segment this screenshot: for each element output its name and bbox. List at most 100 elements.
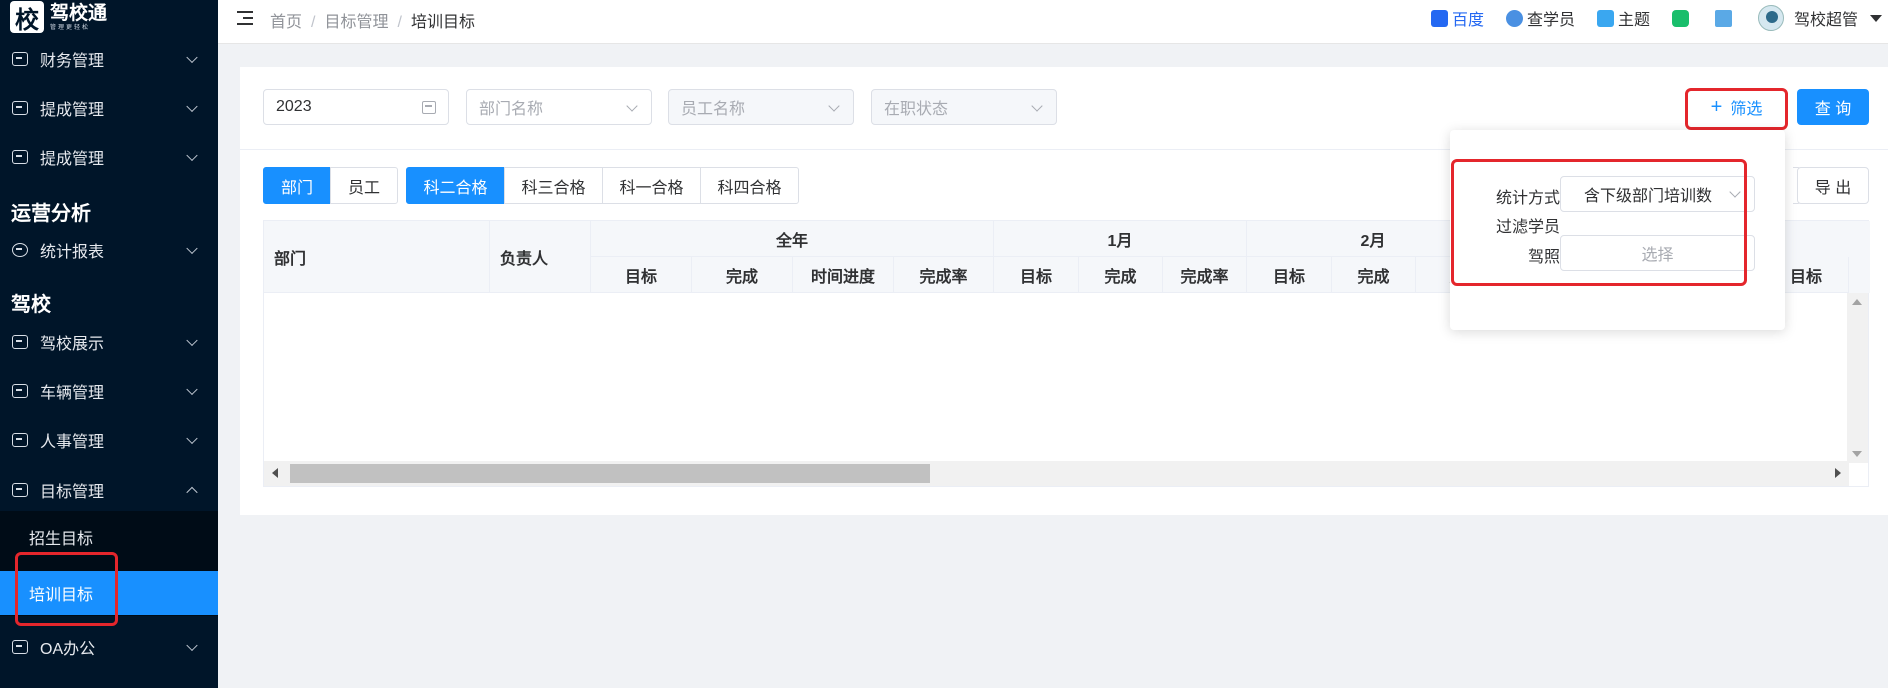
- caret-down-icon: [1870, 14, 1882, 22]
- avatar: [1757, 5, 1784, 31]
- stat-method-label: 统计方式: [1495, 190, 1560, 207]
- chevron-down-icon: [186, 639, 198, 651]
- chevron-down-icon: [186, 334, 198, 346]
- scroll-right-icon[interactable]: [1835, 468, 1841, 478]
- scroll-down-icon[interactable]: [1852, 451, 1862, 457]
- chevron-down-icon: [186, 149, 198, 161]
- col-full-year-target: 目标: [591, 257, 692, 293]
- screen-link[interactable]: [1714, 9, 1736, 27]
- chevron-down-icon: [186, 51, 198, 63]
- sidebar-item-school-display[interactable]: 驾校展示: [0, 317, 218, 366]
- col-group-full-year: 全年: [591, 221, 994, 257]
- col-owner: 负责人: [490, 221, 591, 293]
- section-title-school: 驾校: [11, 294, 51, 316]
- targets-submenu: 招生目标 培训目标: [0, 511, 218, 616]
- filter-popover: 统计方式 含下级部门培训数 过滤学员 驾照 选择: [1450, 130, 1785, 330]
- user-menu[interactable]: 驾校超管: [1757, 5, 1888, 31]
- tab-subject2-pass[interactable]: 科二合格: [406, 167, 505, 204]
- tab-subject4-pass[interactable]: 科四合格: [700, 167, 799, 204]
- employment-status-placeholder: 在职状态: [884, 101, 949, 118]
- col-jan-target: 目标: [994, 257, 1079, 293]
- baidu-link[interactable]: 百度: [1430, 6, 1484, 30]
- vertical-scrollbar[interactable]: [1847, 293, 1868, 463]
- export-button[interactable]: 导 出: [1797, 167, 1869, 204]
- breadcrumb-home[interactable]: 首页: [270, 14, 302, 31]
- sidebar-subitem-training-target[interactable]: 培训目标: [0, 571, 218, 615]
- sidebar-item-reports[interactable]: 统计报表: [0, 225, 218, 274]
- sidebar-item-commission[interactable]: 提成管理: [0, 83, 218, 132]
- tab-staff[interactable]: 员工: [330, 167, 398, 204]
- sidebar-item-label: 提成管理: [40, 150, 105, 168]
- query-button[interactable]: 查 询: [1797, 89, 1869, 125]
- subject-tabs: 科二合格 科三合格 科一合格 科四合格: [406, 167, 799, 204]
- sidebar-item-targets[interactable]: 目标管理: [0, 465, 218, 514]
- horizontal-scrollbar[interactable]: [264, 461, 1849, 486]
- year-value: 2023: [276, 98, 312, 115]
- chevron-down-icon: [1031, 100, 1043, 112]
- sidebar-item-commission-2[interactable]: 提成管理: [0, 132, 218, 181]
- calendar-icon: [422, 101, 436, 114]
- sidebar: 校 驾校通 管理更轻松 财务管理 提成管理 提成管理 运营分析 统计报表 驾校 …: [0, 0, 218, 688]
- sidebar-item-finance[interactable]: 财务管理: [0, 34, 218, 83]
- chevron-down-icon: [186, 242, 198, 254]
- app-logo: 校 驾校通 管理更轻松: [10, 0, 107, 34]
- tab-subject3-pass[interactable]: 科三合格: [504, 167, 603, 204]
- search-student-icon: [1505, 9, 1523, 27]
- sidebar-item-vehicles[interactable]: 车辆管理: [0, 366, 218, 415]
- stat-method-value: 含下级部门培训数: [1584, 188, 1713, 205]
- department-select[interactable]: 部门名称: [466, 89, 652, 125]
- scrollbar-thumb[interactable]: [290, 464, 930, 483]
- sidebar-item-label: 统计报表: [40, 243, 105, 261]
- license-label: 驾照: [1527, 249, 1560, 266]
- section-title-ops: 运营分析: [11, 203, 91, 225]
- commission-icon: [12, 149, 28, 164]
- staff-placeholder: 员工名称: [681, 101, 746, 118]
- sidebar-subitem-enrollment-target[interactable]: 招生目标: [0, 515, 218, 559]
- chevron-down-icon: [1729, 186, 1741, 198]
- chevron-down-icon: [186, 100, 198, 112]
- tab-subject1-pass[interactable]: 科一合格: [602, 167, 701, 204]
- chevron-down-icon: [626, 100, 638, 112]
- department-placeholder: 部门名称: [479, 101, 544, 118]
- top-header: 首页 / 目标管理 / 培训目标 百度 查学员 主题 驾校超管: [218, 0, 1888, 44]
- shield-check-icon: [1671, 9, 1689, 27]
- col-jan-done: 完成: [1079, 257, 1163, 293]
- baidu-label: 百度: [1451, 12, 1484, 29]
- filter-button[interactable]: + 筛选: [1690, 89, 1783, 125]
- sidebar-item-hr[interactable]: 人事管理: [0, 415, 218, 464]
- col-feb-target: 目标: [1247, 257, 1332, 293]
- monitor-icon: [1714, 9, 1732, 27]
- theme-label: 主题: [1617, 12, 1650, 29]
- search-student-link[interactable]: 查学员: [1505, 6, 1575, 30]
- sidebar-subitem-label: 培训目标: [29, 587, 94, 604]
- scroll-up-icon[interactable]: [1852, 299, 1862, 305]
- oa-icon: [12, 639, 28, 654]
- license-select[interactable]: 选择: [1560, 235, 1755, 271]
- chevron-up-icon: [186, 486, 198, 498]
- staff-select[interactable]: 员工名称: [668, 89, 854, 125]
- breadcrumb: 首页 / 目标管理 / 培训目标: [270, 8, 475, 32]
- tab-department[interactable]: 部门: [263, 167, 331, 204]
- scroll-left-icon[interactable]: [272, 468, 278, 478]
- col-group-jan: 1月: [994, 221, 1247, 257]
- scope-tabs: 部门 员工: [263, 167, 398, 204]
- plus-icon: +: [1710, 95, 1723, 118]
- stat-method-select[interactable]: 含下级部门培训数: [1560, 176, 1755, 212]
- shield-link[interactable]: [1671, 9, 1693, 27]
- breadcrumb-separator: /: [397, 14, 402, 31]
- breadcrumb-current: 培训目标: [410, 14, 475, 31]
- clock-icon: [12, 242, 28, 257]
- breadcrumb-targets[interactable]: 目标管理: [324, 14, 388, 31]
- sidebar-item-label: 提成管理: [40, 101, 105, 119]
- col-full-year-done: 完成: [692, 257, 793, 293]
- sidebar-item-oa[interactable]: OA办公: [0, 622, 218, 671]
- building-icon: [12, 334, 28, 349]
- year-picker[interactable]: 2023: [263, 89, 449, 125]
- menu-fold-icon[interactable]: [237, 11, 253, 25]
- theme-link[interactable]: 主题: [1596, 6, 1650, 30]
- employment-status-select[interactable]: 在职状态: [871, 89, 1057, 125]
- col-feb-done: 完成: [1332, 257, 1416, 293]
- sidebar-item-label: OA办公: [40, 640, 96, 658]
- header-actions: 百度 查学员 主题 驾校超管: [1430, 0, 1888, 36]
- wallet-icon: [12, 51, 28, 66]
